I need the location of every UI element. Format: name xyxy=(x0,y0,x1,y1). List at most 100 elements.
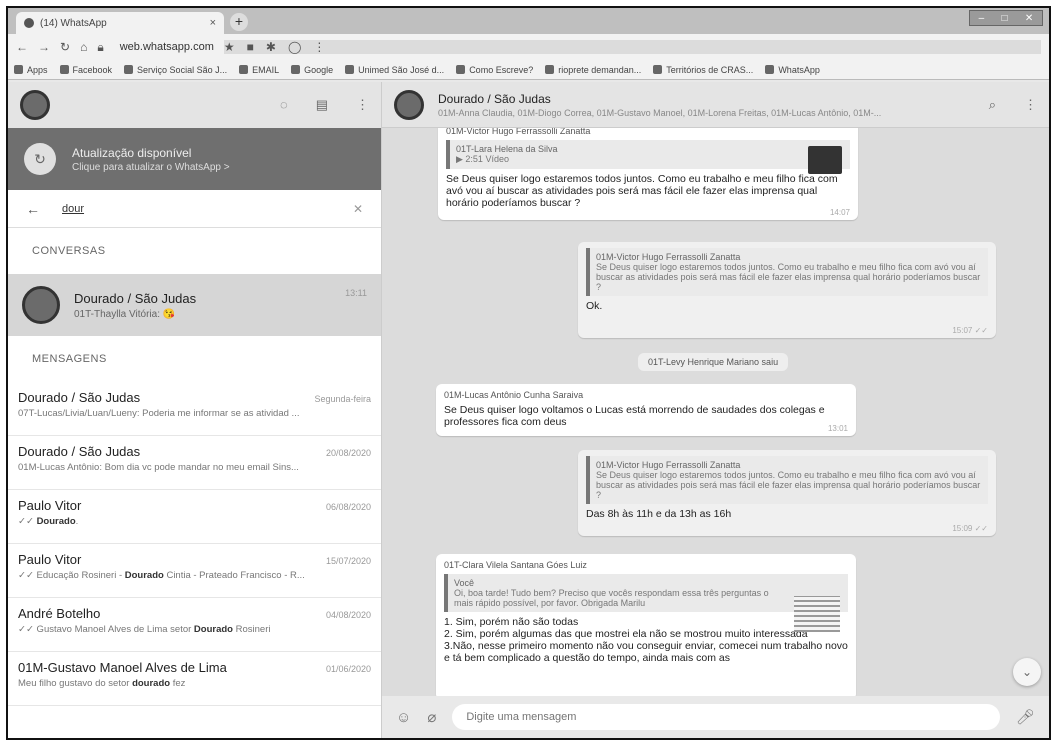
chat-title: Dourado / São Judas xyxy=(438,91,551,106)
chat-pane: Dourado / São Judas 01M-Anna Claudia, 01… xyxy=(382,82,1049,738)
clear-search-icon[interactable]: ✕ xyxy=(353,202,363,216)
result-name: Dourado / São Judas xyxy=(18,444,141,459)
bookmark-territorios[interactable]: Territórios de CRAS... xyxy=(653,65,753,75)
composer: ☺ ⌀ 🎤︎ xyxy=(382,696,1049,738)
back-arrow-icon[interactable]: ← xyxy=(26,201,40,217)
star-icon[interactable]: ★ xyxy=(224,40,235,54)
my-avatar[interactable] xyxy=(20,90,50,120)
tab-close-icon[interactable]: × xyxy=(210,17,216,29)
sidebar-header: ◌ ▤ ⋮ xyxy=(8,82,381,128)
url-field[interactable]: web.whatsapp.com xyxy=(120,41,214,53)
bookmark-unimed[interactable]: Unimed São José d... xyxy=(345,65,444,75)
whatsapp-favicon-icon xyxy=(24,18,34,28)
maximize-icon[interactable]: □ xyxy=(1002,13,1008,24)
refresh-icon: ↻ xyxy=(24,143,56,175)
sidebar: ◌ ▤ ⋮ ↻ Atualização disponível Clique pa… xyxy=(8,82,382,738)
bookmarks-bar: Apps Facebook Serviço Social São J... EM… xyxy=(8,60,1049,80)
site-icon xyxy=(545,65,555,74)
browser-tab[interactable]: (14) WhatsApp × xyxy=(16,12,224,34)
conversation-item[interactable]: Dourado / São Judas 01T-Thaylla Vitória:… xyxy=(8,274,381,336)
close-window-icon[interactable]: ✕ xyxy=(1025,13,1033,24)
bookmark-google[interactable]: Google xyxy=(291,65,333,75)
chat-menu-icon[interactable]: ⋮ xyxy=(1024,97,1037,113)
bookmark-facebook[interactable]: Facebook xyxy=(59,65,112,75)
message-result[interactable]: Paulo Vitor 06/08/2020 ✓✓ Dourado. xyxy=(8,490,381,544)
puzzle-icon[interactable]: ✱ xyxy=(266,40,276,54)
bookmark-servico-social[interactable]: Serviço Social São J... xyxy=(124,65,227,75)
bookmark-whatsapp[interactable]: WhatsApp xyxy=(765,65,820,75)
search-input[interactable] xyxy=(62,202,322,215)
quote-text: ▶ 2:51 Vídeo xyxy=(456,154,509,164)
microphone-icon[interactable]: 🎤︎ xyxy=(1016,708,1035,726)
message-bubble[interactable]: 01M-Lucas Antônio Cunha Saraiva Se Deus … xyxy=(436,384,856,436)
message-sender: 01M-Lucas Antônio Cunha Saraiva xyxy=(444,390,584,400)
result-date: 04/08/2020 xyxy=(325,610,371,620)
quoted-message[interactable]: 01M-Victor Hugo Ferrassolli Zanatta Se D… xyxy=(586,456,988,504)
system-message: 01T-Levy Henrique Mariano saiu xyxy=(638,353,789,371)
reload-icon[interactable]: ↻ xyxy=(60,40,70,54)
message-result[interactable]: Dourado / São Judas Segunda-feira 07T-Luc… xyxy=(8,382,381,436)
quoted-message[interactable]: 01M-Victor Hugo Ferrassolli Zanatta Se D… xyxy=(586,248,988,296)
menu-icon[interactable]: ⋮ xyxy=(313,40,325,54)
menu-dots-icon[interactable]: ⋮ xyxy=(356,97,369,113)
message-bubble[interactable]: 01M-Victor Hugo Ferrassolli Zanatta Se D… xyxy=(578,450,996,536)
new-chat-icon[interactable]: ▤ xyxy=(316,97,328,113)
message-time: 14:07 xyxy=(829,208,850,217)
group-avatar xyxy=(22,286,60,324)
result-date: 06/08/2020 xyxy=(325,502,371,512)
minimize-icon[interactable]: – xyxy=(979,13,985,24)
search-bar: ← ✕ xyxy=(8,190,381,228)
result-date: 15/07/2020 xyxy=(325,556,371,566)
message-line: 1. Sim, porém não são todas xyxy=(444,616,579,628)
message-result[interactable]: 01M-Gustavo Manoel Alves de Lima 01/06/20… xyxy=(8,652,381,706)
unimed-icon xyxy=(345,65,355,74)
bookmark-email[interactable]: EMAIL xyxy=(239,65,279,75)
home-icon[interactable]: ⌂ xyxy=(80,40,87,54)
forward-icon[interactable]: → xyxy=(38,40,50,54)
message-result[interactable]: Paulo Vitor 15/07/2020 ✓✓ Educação Rosine… xyxy=(8,544,381,598)
message-bubble[interactable]: 01M-Victor Hugo Ferrassolli Zanatta 01T-… xyxy=(438,128,858,220)
message-line: 2. Sim, porém algumas das que mostrei el… xyxy=(444,628,808,640)
profile-icon[interactable]: ◯ xyxy=(288,40,301,54)
message-list[interactable]: 01M-Victor Hugo Ferrassolli Zanatta 01T-… xyxy=(382,128,1049,696)
conversation-time: 13:11 xyxy=(345,288,367,298)
quoted-message[interactable]: Você Oi, boa tarde! Tudo bem? Preciso qu… xyxy=(444,574,848,632)
chat-members: 01M-Anna Claudia, 01M-Diogo Correa, 01M-… xyxy=(438,107,882,118)
scroll-down-button[interactable]: ⌄ xyxy=(1013,658,1041,686)
message-bubble[interactable]: 01T-Clara Vilela Santana Góes Luiz Você … xyxy=(436,554,856,696)
message-result[interactable]: André Botelho 04/08/2020 ✓✓ Gustavo Manoe… xyxy=(8,598,381,652)
update-subtitle: Clique para atualizar o WhatsApp > xyxy=(72,161,230,173)
chat-avatar[interactable] xyxy=(394,89,424,120)
back-icon[interactable]: ← xyxy=(16,40,28,54)
folder-icon xyxy=(124,65,134,74)
chat-header[interactable]: Dourado / São Judas 01M-Anna Claudia, 01… xyxy=(382,82,1049,128)
bookmark-apps[interactable]: Apps xyxy=(14,65,48,75)
window-controls[interactable]: – □ ✕ xyxy=(969,10,1043,26)
message-time: 13:01 xyxy=(827,424,848,433)
site-icon xyxy=(456,65,466,74)
whatsapp-icon xyxy=(765,65,775,74)
quote-text: Se Deus quiser logo estaremos todos junt… xyxy=(596,262,981,292)
video-thumbnail xyxy=(808,146,842,174)
extension-icon[interactable]: ■ xyxy=(247,40,254,54)
emoji-icon[interactable]: ☺ xyxy=(396,709,411,726)
attach-icon[interactable]: ⌀ xyxy=(427,708,436,726)
section-messages: MENSAGENS xyxy=(32,353,107,365)
message-text: Ok. xyxy=(586,300,603,312)
result-date: 01/06/2020 xyxy=(325,664,371,674)
quoted-message[interactable]: 01T-Lara Helena da Silva ▶ 2:51 Vídeo xyxy=(446,140,850,174)
section-conversations: CONVERSAS xyxy=(32,245,106,257)
message-input[interactable] xyxy=(452,704,1000,730)
bookmark-rioprete[interactable]: rioprete demandan... xyxy=(545,65,641,75)
quote-author: 01T-Lara Helena da Silva xyxy=(456,144,558,154)
bookmark-como-escreve[interactable]: Como Escreve? xyxy=(456,65,533,75)
status-icon[interactable]: ◌ xyxy=(280,97,288,113)
message-text: Das 8h às 11h e da 13h as 16h xyxy=(586,508,732,520)
map-icon xyxy=(653,65,663,74)
message-bubble[interactable]: 01M-Victor Hugo Ferrassolli Zanatta Se D… xyxy=(578,242,996,338)
update-banner[interactable]: ↻ Atualização disponível Clique para atu… xyxy=(8,128,381,190)
search-icon[interactable]: ⌕ xyxy=(989,97,996,113)
conversation-name: Dourado / São Judas xyxy=(74,290,197,306)
message-result[interactable]: Dourado / São Judas 20/08/2020 01M-Lucas … xyxy=(8,436,381,490)
new-tab-button[interactable]: + xyxy=(230,13,248,31)
